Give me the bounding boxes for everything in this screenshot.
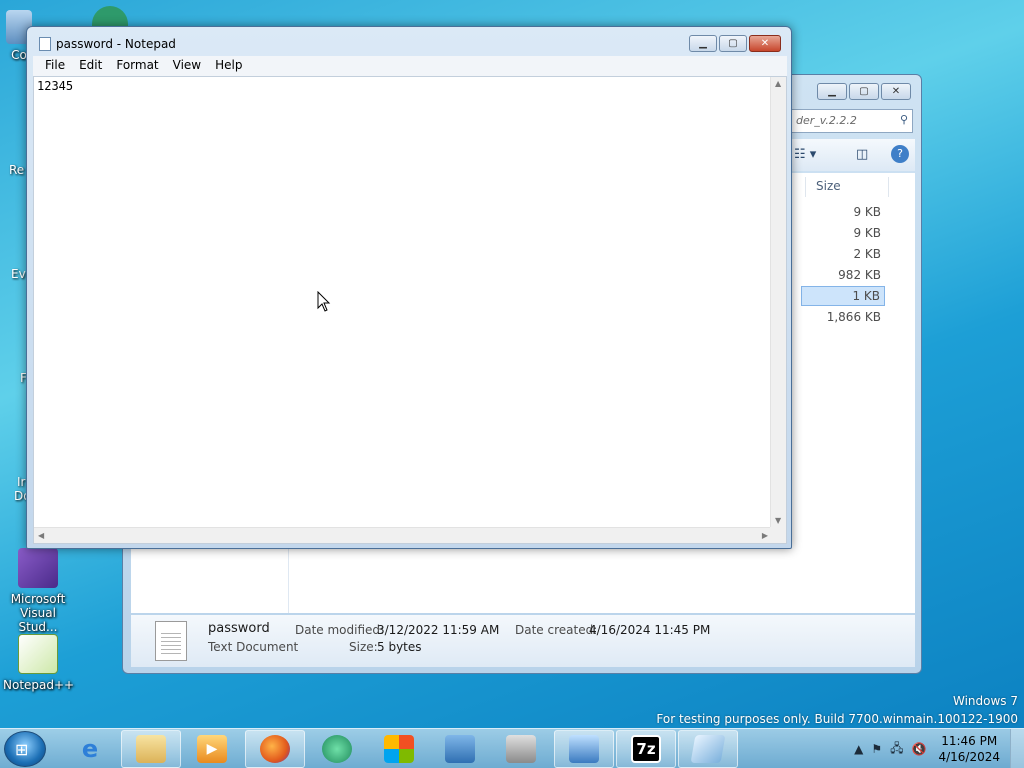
taskbar-7zip[interactable]: 7z: [616, 730, 676, 768]
close-button[interactable]: ✕: [881, 83, 911, 100]
preview-pane-icon[interactable]: ◫: [856, 147, 868, 162]
vertical-scrollbar[interactable]: ▲ ▼: [770, 77, 786, 527]
desktop-icon-ir-label: Ir: [17, 475, 26, 489]
remote-desktop-icon: [569, 735, 599, 763]
desktop-icon-recycle-label: Re: [9, 163, 25, 177]
start-button[interactable]: ⊞: [4, 731, 46, 767]
green-app-icon: [92, 6, 128, 26]
desktop-icon-notepadpp[interactable]: Notepad++: [3, 634, 75, 692]
desktop-icon-label: Microsoft Visual Stud...: [10, 592, 66, 634]
file-size-cell[interactable]: 1,866 KB: [801, 308, 885, 328]
notepad-caption-buttons: ▁ ▢ ✕: [689, 35, 781, 52]
minimize-button[interactable]: ▁: [817, 83, 847, 100]
taskbar: ⊞ e ▶ 7z ▲ ⚑ 🖧 🔇 11:46 PM 4/16/2024: [0, 728, 1024, 768]
notepad-icon: [39, 37, 51, 51]
taskbar-device[interactable]: [491, 730, 551, 768]
minimize-button[interactable]: ▁: [689, 35, 717, 52]
text-file-icon: [155, 621, 187, 661]
document-text: 12345: [37, 79, 74, 93]
taskbar-windows-update[interactable]: [369, 730, 429, 768]
view-options-icon[interactable]: ☷ ▾: [794, 147, 816, 162]
details-file-type: Text Document: [208, 640, 299, 654]
file-size-cell[interactable]: 9 KB: [801, 203, 885, 223]
desktop-icon-label: Notepad++: [3, 678, 75, 692]
explorer-caption-buttons: ▁ ▢ ✕: [817, 83, 911, 100]
file-size-cell[interactable]: 982 KB: [801, 266, 885, 286]
menu-format[interactable]: Format: [109, 56, 165, 76]
menu-bar: File Edit Format View Help: [33, 56, 787, 76]
taskbar-explorer[interactable]: [121, 730, 181, 768]
windows-orb-icon: ⊞: [15, 740, 29, 759]
close-button[interactable]: ✕: [749, 35, 781, 52]
details-size-label: Size:: [349, 640, 378, 654]
help-icon[interactable]: ?: [891, 145, 909, 163]
taskbar-remote-desktop[interactable]: [554, 730, 614, 768]
window-title: password - Notepad: [56, 37, 176, 51]
desktop-icon-ev-label: Ev: [11, 267, 26, 281]
windows-version-watermark: Windows 7: [952, 694, 1018, 708]
maximize-button[interactable]: ▢: [849, 83, 879, 100]
details-pane: password Text Document Date modified: 3/…: [131, 615, 915, 667]
details-file-name: password: [208, 621, 270, 636]
show-desktop-button[interactable]: [1010, 729, 1024, 768]
green-app-icon: [322, 735, 352, 763]
search-icon[interactable]: ⚲: [900, 113, 908, 126]
taskbar-control-panel[interactable]: [430, 730, 490, 768]
7zip-icon: 7z: [631, 735, 661, 763]
resize-grip-icon[interactable]: [770, 527, 786, 543]
details-date-created: 4/16/2024 11:45 PM: [589, 623, 711, 637]
file-size-cell[interactable]: 2 KB: [801, 245, 885, 265]
maximize-button[interactable]: ▢: [719, 35, 747, 52]
taskbar-firefox[interactable]: [245, 730, 305, 768]
horizontal-scrollbar[interactable]: ◀ ▶: [34, 527, 772, 543]
taskbar-internet-explorer[interactable]: e: [60, 730, 120, 768]
file-size-cell[interactable]: 9 KB: [801, 224, 885, 244]
column-header-size[interactable]: Size: [805, 177, 889, 197]
desktop-icon-label: Co: [11, 48, 27, 62]
taskbar-media-player[interactable]: ▶: [182, 730, 242, 768]
details-date-modified-label: Date modified:: [295, 623, 385, 637]
notepad-icon: [690, 735, 726, 763]
explorer-folder-icon: [136, 735, 166, 763]
windows-flag-icon: [384, 735, 414, 763]
clock-date: 4/16/2024: [938, 750, 1000, 764]
notepadpp-icon: [18, 634, 58, 674]
details-size: 5 bytes: [377, 640, 422, 654]
file-size-cell-selected[interactable]: 1 KB: [801, 286, 885, 306]
system-tray: ▲ ⚑ 🖧 🔇 11:46 PM 4/16/2024: [850, 729, 1024, 768]
menu-help[interactable]: Help: [208, 56, 249, 76]
search-text: der_v.2.2.2: [796, 114, 857, 127]
scroll-up-icon[interactable]: ▲: [775, 79, 781, 88]
mouse-cursor-icon: [317, 290, 331, 316]
media-player-icon: ▶: [197, 735, 227, 763]
network-icon[interactable]: 🖧: [890, 739, 903, 760]
menu-view[interactable]: View: [166, 56, 208, 76]
scroll-right-icon[interactable]: ▶: [762, 531, 768, 540]
details-date-modified: 3/12/2022 11:59 AM: [377, 623, 500, 637]
desktop-icon-visual-studio[interactable]: Microsoft Visual Stud...: [3, 548, 73, 634]
volume-muted-icon[interactable]: 🔇: [912, 742, 927, 756]
device-icon: [506, 735, 536, 763]
firefox-icon: [260, 735, 290, 763]
explorer-search-input[interactable]: der_v.2.2.2 ⚲: [791, 109, 913, 133]
menu-edit[interactable]: Edit: [72, 56, 109, 76]
clock-time: 11:46 PM: [941, 734, 998, 748]
control-panel-icon: [445, 735, 475, 763]
details-date-created-label: Date created:: [515, 623, 598, 637]
text-editor-area[interactable]: 12345 ▲ ▼ ◀ ▶: [33, 76, 787, 544]
internet-explorer-icon: e: [81, 735, 99, 763]
scroll-left-icon[interactable]: ◀: [38, 531, 44, 540]
taskbar-notepad[interactable]: [678, 730, 738, 768]
clock[interactable]: 11:46 PM 4/16/2024: [938, 733, 1000, 765]
visual-studio-icon: [18, 548, 58, 588]
action-center-flag-icon[interactable]: ⚑: [871, 742, 882, 756]
menu-file[interactable]: File: [38, 56, 72, 76]
show-hidden-icons-icon[interactable]: ▲: [854, 742, 863, 756]
build-watermark: For testing purposes only. Build 7700.wi…: [656, 712, 1018, 726]
scroll-down-icon[interactable]: ▼: [775, 516, 781, 525]
taskbar-green-app[interactable]: [307, 730, 367, 768]
notepad-window[interactable]: password - Notepad ▁ ▢ ✕ File Edit Forma…: [26, 26, 792, 549]
